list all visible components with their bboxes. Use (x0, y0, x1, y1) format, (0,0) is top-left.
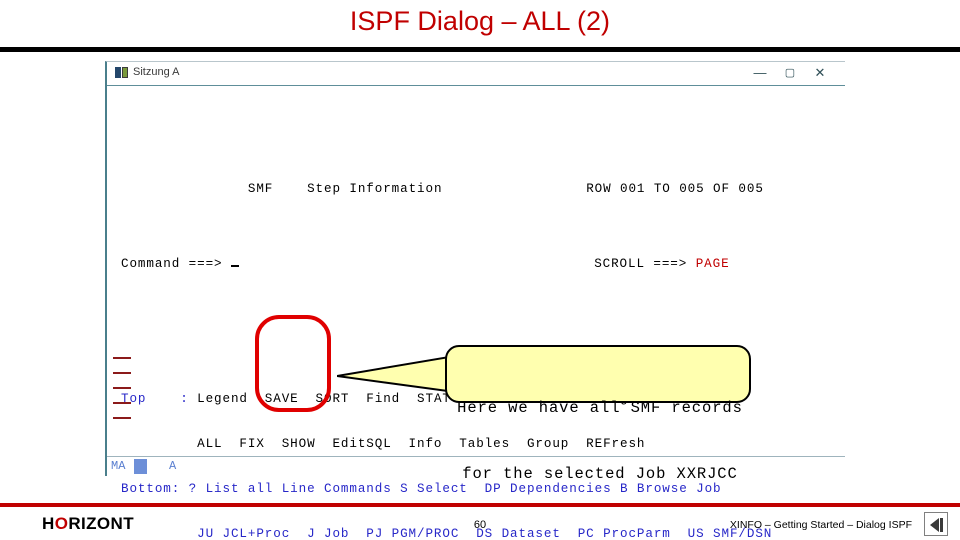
previous-slide-button[interactable] (924, 512, 948, 536)
session-icon (115, 67, 128, 78)
back-arrow-icon (930, 518, 939, 532)
screen-line-title: SMF Step Information ROW 001 TO 005 OF 0… (121, 182, 845, 197)
terminal-screen[interactable]: SMF Step Information ROW 001 TO 005 OF 0… (107, 86, 845, 540)
status-block-indicator (134, 459, 147, 474)
footer-caption: XINFO – Getting Started – Dialog ISPF (729, 519, 912, 531)
screen-line-command[interactable]: Command ===> SCROLL ===> PAGE (121, 257, 845, 272)
callout-text: Here we have all SMF records for the sel… (447, 353, 753, 529)
scroll-label: SCROLL ===> (594, 257, 688, 271)
command-input[interactable] (230, 265, 239, 267)
row-indicator: ROW 001 TO 005 OF 005 (586, 182, 764, 196)
line-command-marks (113, 327, 181, 462)
panel-title: SMF Step Information (247, 182, 443, 196)
callout-box: Here we have all SMF records for the sel… (445, 345, 751, 483)
callout-line-1: Here we have all SMF records (457, 399, 743, 417)
command-label: Command ===> (121, 257, 223, 271)
back-arrow-bar-icon (940, 518, 943, 532)
terminal-window: Sitzung A — ▢ ✕ SMF Step Information ROW… (105, 61, 845, 540)
screen-spacer-1 (121, 317, 845, 332)
callout-pointer (337, 354, 456, 394)
menu-bottom-label: Bottom: (121, 482, 181, 496)
title-divider (0, 47, 960, 52)
scroll-value[interactable]: PAGE (696, 257, 730, 271)
maximize-icon[interactable]: ▢ (777, 64, 803, 82)
page-title: ISPF Dialog – ALL (2) (349, 6, 611, 36)
close-icon[interactable]: ✕ (807, 64, 833, 82)
slide-canvas: ISPF Dialog – ALL (2) Sitzung A — ▢ ✕ SM… (0, 0, 960, 540)
terminal-titlebar[interactable]: Sitzung A — ▢ ✕ (107, 62, 845, 86)
callout-line-2: for the selected Job XXRJCC (462, 465, 738, 483)
terminal-window-title: Sitzung A (133, 66, 180, 78)
status-mode-label: MA (111, 459, 126, 473)
status-session-indicator: A (169, 459, 177, 473)
minimize-icon[interactable]: — (747, 64, 773, 82)
